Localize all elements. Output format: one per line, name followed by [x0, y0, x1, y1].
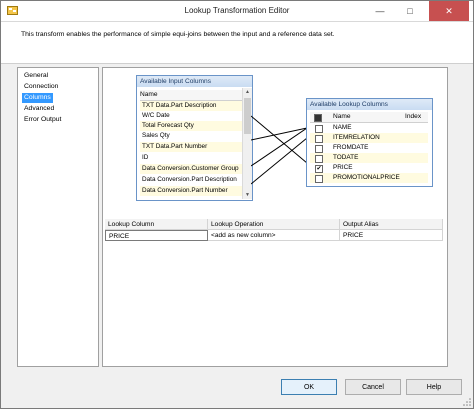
- input-columns-header: Name: [140, 90, 243, 101]
- help-button[interactable]: Help: [406, 379, 462, 395]
- lookup-column-name: TODATE: [333, 154, 359, 161]
- lookup-column-row[interactable]: TODATE: [310, 153, 428, 163]
- lookup-column-name: FROMDATE: [333, 144, 369, 151]
- input-column-row[interactable]: W/C Date: [140, 111, 243, 121]
- lookup-column-checkbox[interactable]: [315, 125, 323, 133]
- navigation-list: General Connection Columns Advanced Erro…: [17, 67, 99, 367]
- grid-header-lookup-operation: Lookup Operation: [208, 219, 340, 230]
- input-column-row[interactable]: TXT Data.Part Description: [140, 101, 243, 111]
- lookup-column-row[interactable]: ITEMRELATION: [310, 133, 428, 143]
- lookup-column-checkbox[interactable]: [315, 155, 323, 163]
- lookup-column-row[interactable]: NAME: [310, 123, 428, 133]
- scroll-down-arrow-icon[interactable]: ▼: [243, 191, 252, 199]
- lookup-column-name: ITEMRELATION: [333, 134, 380, 141]
- maximize-button[interactable]: □: [396, 1, 424, 21]
- scrollbar-thumb[interactable]: [244, 98, 251, 134]
- nav-item-error-output[interactable]: Error Output: [22, 115, 63, 125]
- lookup-column-row[interactable]: ✔ PRICE: [310, 163, 428, 173]
- nav-item-columns[interactable]: Columns: [22, 93, 53, 103]
- title-bar[interactable]: Lookup Transformation Editor — □ ✕: [1, 1, 473, 22]
- checkmark-icon[interactable]: ✔: [315, 165, 323, 173]
- grid-cell-output-alias[interactable]: PRICE: [340, 230, 443, 241]
- columns-page: Available Input Columns Name TXT Data.Pa…: [102, 67, 448, 367]
- grid-cell-lookup-operation[interactable]: <add as new column>: [208, 230, 340, 241]
- column-mapping-lines: [251, 115, 307, 185]
- input-columns-panel[interactable]: Available Input Columns Name TXT Data.Pa…: [136, 75, 253, 201]
- lookup-column-row[interactable]: FROMDATE: [310, 143, 428, 153]
- nav-item-general[interactable]: General: [22, 71, 50, 81]
- lookup-name-header: Name: [333, 113, 351, 120]
- input-column-row[interactable]: Data Conversion.Part Description: [140, 175, 243, 185]
- lookup-column-checkbox[interactable]: [315, 175, 323, 183]
- select-all-checkbox[interactable]: [314, 114, 322, 122]
- input-column-row[interactable]: Sales Qty: [140, 131, 243, 141]
- lookup-columns-title: Available Lookup Columns: [307, 99, 432, 110]
- lookup-editor-window: Lookup Transformation Editor — □ ✕ This …: [0, 0, 474, 409]
- cancel-button[interactable]: Cancel: [345, 379, 401, 395]
- description-area: This transform enables the performance o…: [1, 22, 473, 64]
- nav-item-connection[interactable]: Connection: [22, 82, 60, 92]
- lookup-column-checkbox[interactable]: [315, 135, 323, 143]
- grid-header-lookup-column: Lookup Column: [105, 219, 208, 230]
- lookup-column-name: NAME: [333, 124, 352, 131]
- ok-button[interactable]: OK: [281, 379, 337, 395]
- lookup-columns-header: Name Index: [310, 112, 428, 123]
- grid-cell-lookup-column[interactable]: PRICE: [105, 230, 208, 241]
- lookup-index-header: Index: [405, 113, 422, 120]
- input-column-row[interactable]: TXT Data.Part Number: [140, 142, 243, 152]
- scroll-up-arrow-icon[interactable]: ▲: [243, 88, 252, 96]
- input-column-row[interactable]: Data Conversion.Customer Group: [140, 164, 243, 174]
- input-column-row[interactable]: Total Forecast Qty: [140, 121, 243, 131]
- grid-header-output-alias: Output Alias: [340, 219, 443, 230]
- lookup-columns-panel[interactable]: Available Lookup Columns Name Index NAME…: [306, 98, 433, 187]
- lookup-column-checkbox[interactable]: [315, 145, 323, 153]
- input-column-row[interactable]: ID: [140, 153, 243, 163]
- lookup-column-name: PRICE: [333, 164, 353, 171]
- description-text: This transform enables the performance o…: [21, 31, 335, 38]
- input-columns-title: Available Input Columns: [137, 76, 252, 87]
- nav-item-advanced[interactable]: Advanced: [22, 104, 56, 114]
- close-button[interactable]: ✕: [429, 1, 469, 21]
- minimize-button[interactable]: —: [366, 1, 394, 21]
- input-column-row[interactable]: Data Conversion.Part Number: [140, 186, 243, 196]
- lookup-mapping-grid[interactable]: Lookup Column Lookup Operation Output Al…: [105, 219, 443, 243]
- resize-grip-icon[interactable]: [463, 398, 471, 406]
- lookup-column-name: PROMOTIONALPRICE: [333, 174, 400, 181]
- lookup-column-row[interactable]: PROMOTIONALPRICE: [310, 173, 428, 183]
